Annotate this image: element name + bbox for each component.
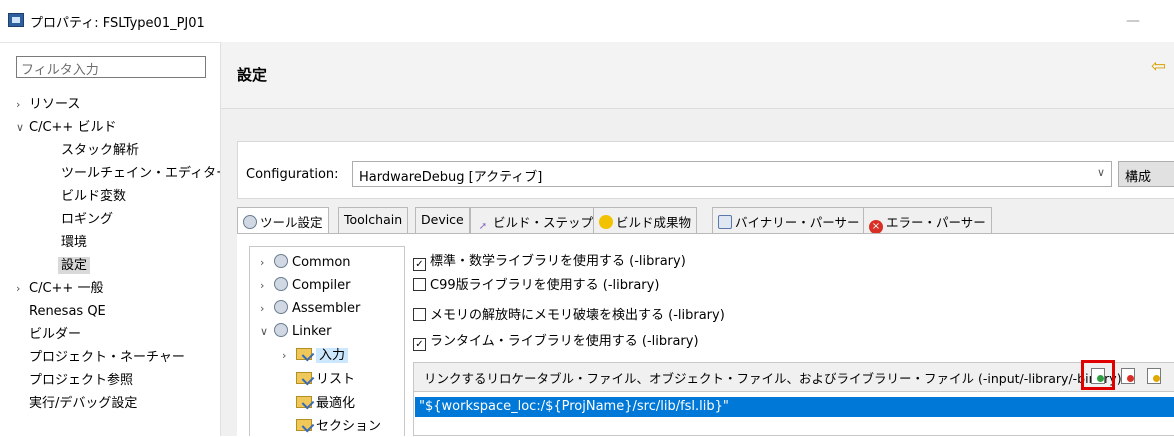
binary-parser-icon	[718, 215, 732, 229]
checkbox-checked[interactable]: ✓	[413, 338, 426, 351]
chevron-down-icon: ∨	[1096, 166, 1105, 179]
tree-item-linker-optimize[interactable]: 最適化	[296, 395, 355, 413]
nav-item-builder[interactable]: ビルダー	[29, 326, 81, 343]
configuration-select[interactable]: HardwareDebug [アクティブ] ∨	[352, 161, 1112, 187]
input-files-title: リンクするリロケータブル・ファイル、オブジェクト・ファイル、およびライブラリー・…	[424, 371, 1122, 386]
list-item[interactable]: "${workspace_loc:/${ProjName}/src/lib/fs…	[415, 397, 1174, 417]
chevron-right-icon[interactable]: ›	[16, 280, 29, 297]
chevron-right-icon[interactable]: ›	[282, 347, 296, 365]
tree-item-linker-list[interactable]: リスト	[296, 371, 355, 389]
chevron-down-icon[interactable]: ∨	[16, 119, 29, 136]
tree-item-common[interactable]: › Common	[260, 254, 351, 272]
nav-item-settings[interactable]: 設定	[58, 257, 91, 274]
tree-item-compiler[interactable]: › Compiler	[260, 277, 351, 295]
checkbox-unchecked[interactable]	[413, 308, 426, 321]
page-header: 設定 ⇦	[221, 42, 1174, 109]
delete-file-button[interactable]	[1119, 366, 1139, 386]
configuration-value: HardwareDebug [アクティブ]	[359, 170, 543, 185]
tree-item-assembler[interactable]: › Assembler	[260, 300, 360, 318]
nav-item-stack-analysis[interactable]: スタック解析	[61, 142, 139, 159]
tab-tool-settings[interactable]: ツール設定	[237, 207, 329, 235]
nav-item-project-natures[interactable]: プロジェクト・ネーチャー	[29, 349, 185, 366]
tab-build-artifact[interactable]: ビルド成果物	[593, 207, 698, 233]
nav-item-toolchain-editor[interactable]: ツールチェイン・エディター	[61, 165, 229, 182]
tab-build-steps[interactable]: ➚ ビルド・ステップ	[470, 207, 600, 233]
tab-device[interactable]: Device	[415, 207, 470, 233]
tool-settings-icon	[243, 215, 257, 229]
title-bar: プロパティ: FSLType01_PJ01 —	[0, 0, 1174, 43]
nav-item-environment[interactable]: 環境	[61, 234, 87, 251]
minimize-button[interactable]: —	[1118, 8, 1148, 34]
nav-item-run-debug-settings[interactable]: 実行/デバッグ設定	[29, 395, 137, 412]
configuration-label: Configuration:	[246, 167, 339, 182]
nav-item-renesas-qe[interactable]: Renesas QE	[29, 303, 106, 320]
add-icon	[1091, 368, 1105, 384]
build-artifact-icon	[599, 215, 613, 229]
tree-item-linker[interactable]: ∨ Linker	[260, 323, 332, 341]
option-runtime-library[interactable]: ✓ ランタイム・ライブラリを使用する (-library)	[413, 333, 699, 351]
nav-item-logging[interactable]: ロギング	[61, 211, 113, 228]
nav-item-cpp-general[interactable]: › C/C++ 一般	[16, 280, 103, 297]
edit-file-button[interactable]	[1145, 366, 1165, 386]
chevron-right-icon[interactable]: ›	[260, 300, 274, 318]
tab-binary-parsers[interactable]: バイナリー・パーサー	[712, 207, 866, 233]
tree-item-linker-input[interactable]: › 入力	[282, 347, 349, 365]
gear-icon	[274, 254, 288, 268]
delete-icon	[1121, 368, 1135, 384]
chevron-right-icon[interactable]: ›	[260, 254, 274, 272]
option-detect-memory-corruption[interactable]: メモリの解放時にメモリ破壊を検出する (-library)	[413, 307, 725, 325]
folder-icon	[296, 419, 312, 431]
option-standard-math-library[interactable]: ✓ 標準・数学ライブラリを使用する (-library)	[413, 253, 686, 271]
chevron-right-icon[interactable]: ›	[16, 96, 29, 113]
filter-input[interactable]: フィルタ入力	[16, 56, 206, 78]
chevron-right-icon[interactable]: ›	[260, 277, 274, 295]
chevron-down-icon[interactable]: ∨	[260, 323, 274, 341]
nav-item-build-variables[interactable]: ビルド変数	[61, 188, 126, 205]
add-file-button[interactable]	[1089, 366, 1109, 386]
option-c99-library[interactable]: C99版ライブラリを使用する (-library)	[413, 277, 659, 295]
build-steps-icon: ➚	[478, 221, 488, 232]
gear-icon	[274, 323, 288, 337]
tab-error-parsers[interactable]: × エラー・パーサー	[863, 207, 992, 234]
error-icon: ×	[869, 220, 883, 234]
folder-icon	[296, 372, 312, 384]
nav-item-cpp-build[interactable]: ∨ C/C++ ビルド	[16, 119, 116, 136]
gear-icon	[274, 300, 288, 314]
back-arrow-icon[interactable]: ⇦	[1151, 56, 1166, 77]
edit-icon	[1147, 368, 1161, 384]
folder-icon	[296, 396, 312, 408]
tab-toolchain[interactable]: Toolchain	[338, 207, 409, 233]
app-icon	[8, 13, 24, 27]
checkbox-checked[interactable]: ✓	[413, 258, 426, 271]
page-title: 設定	[237, 66, 268, 84]
nav-item-project-references[interactable]: プロジェクト参照	[29, 372, 133, 389]
nav-item-resource[interactable]: › リソース	[16, 96, 80, 113]
checkbox-unchecked[interactable]	[413, 278, 426, 291]
tree-item-linker-section[interactable]: セクション	[296, 418, 381, 436]
gear-icon	[274, 277, 288, 291]
window-title: プロパティ: FSLType01_PJ01	[30, 16, 205, 31]
folder-icon	[296, 348, 312, 360]
manage-configurations-button[interactable]: 構成	[1118, 161, 1174, 187]
